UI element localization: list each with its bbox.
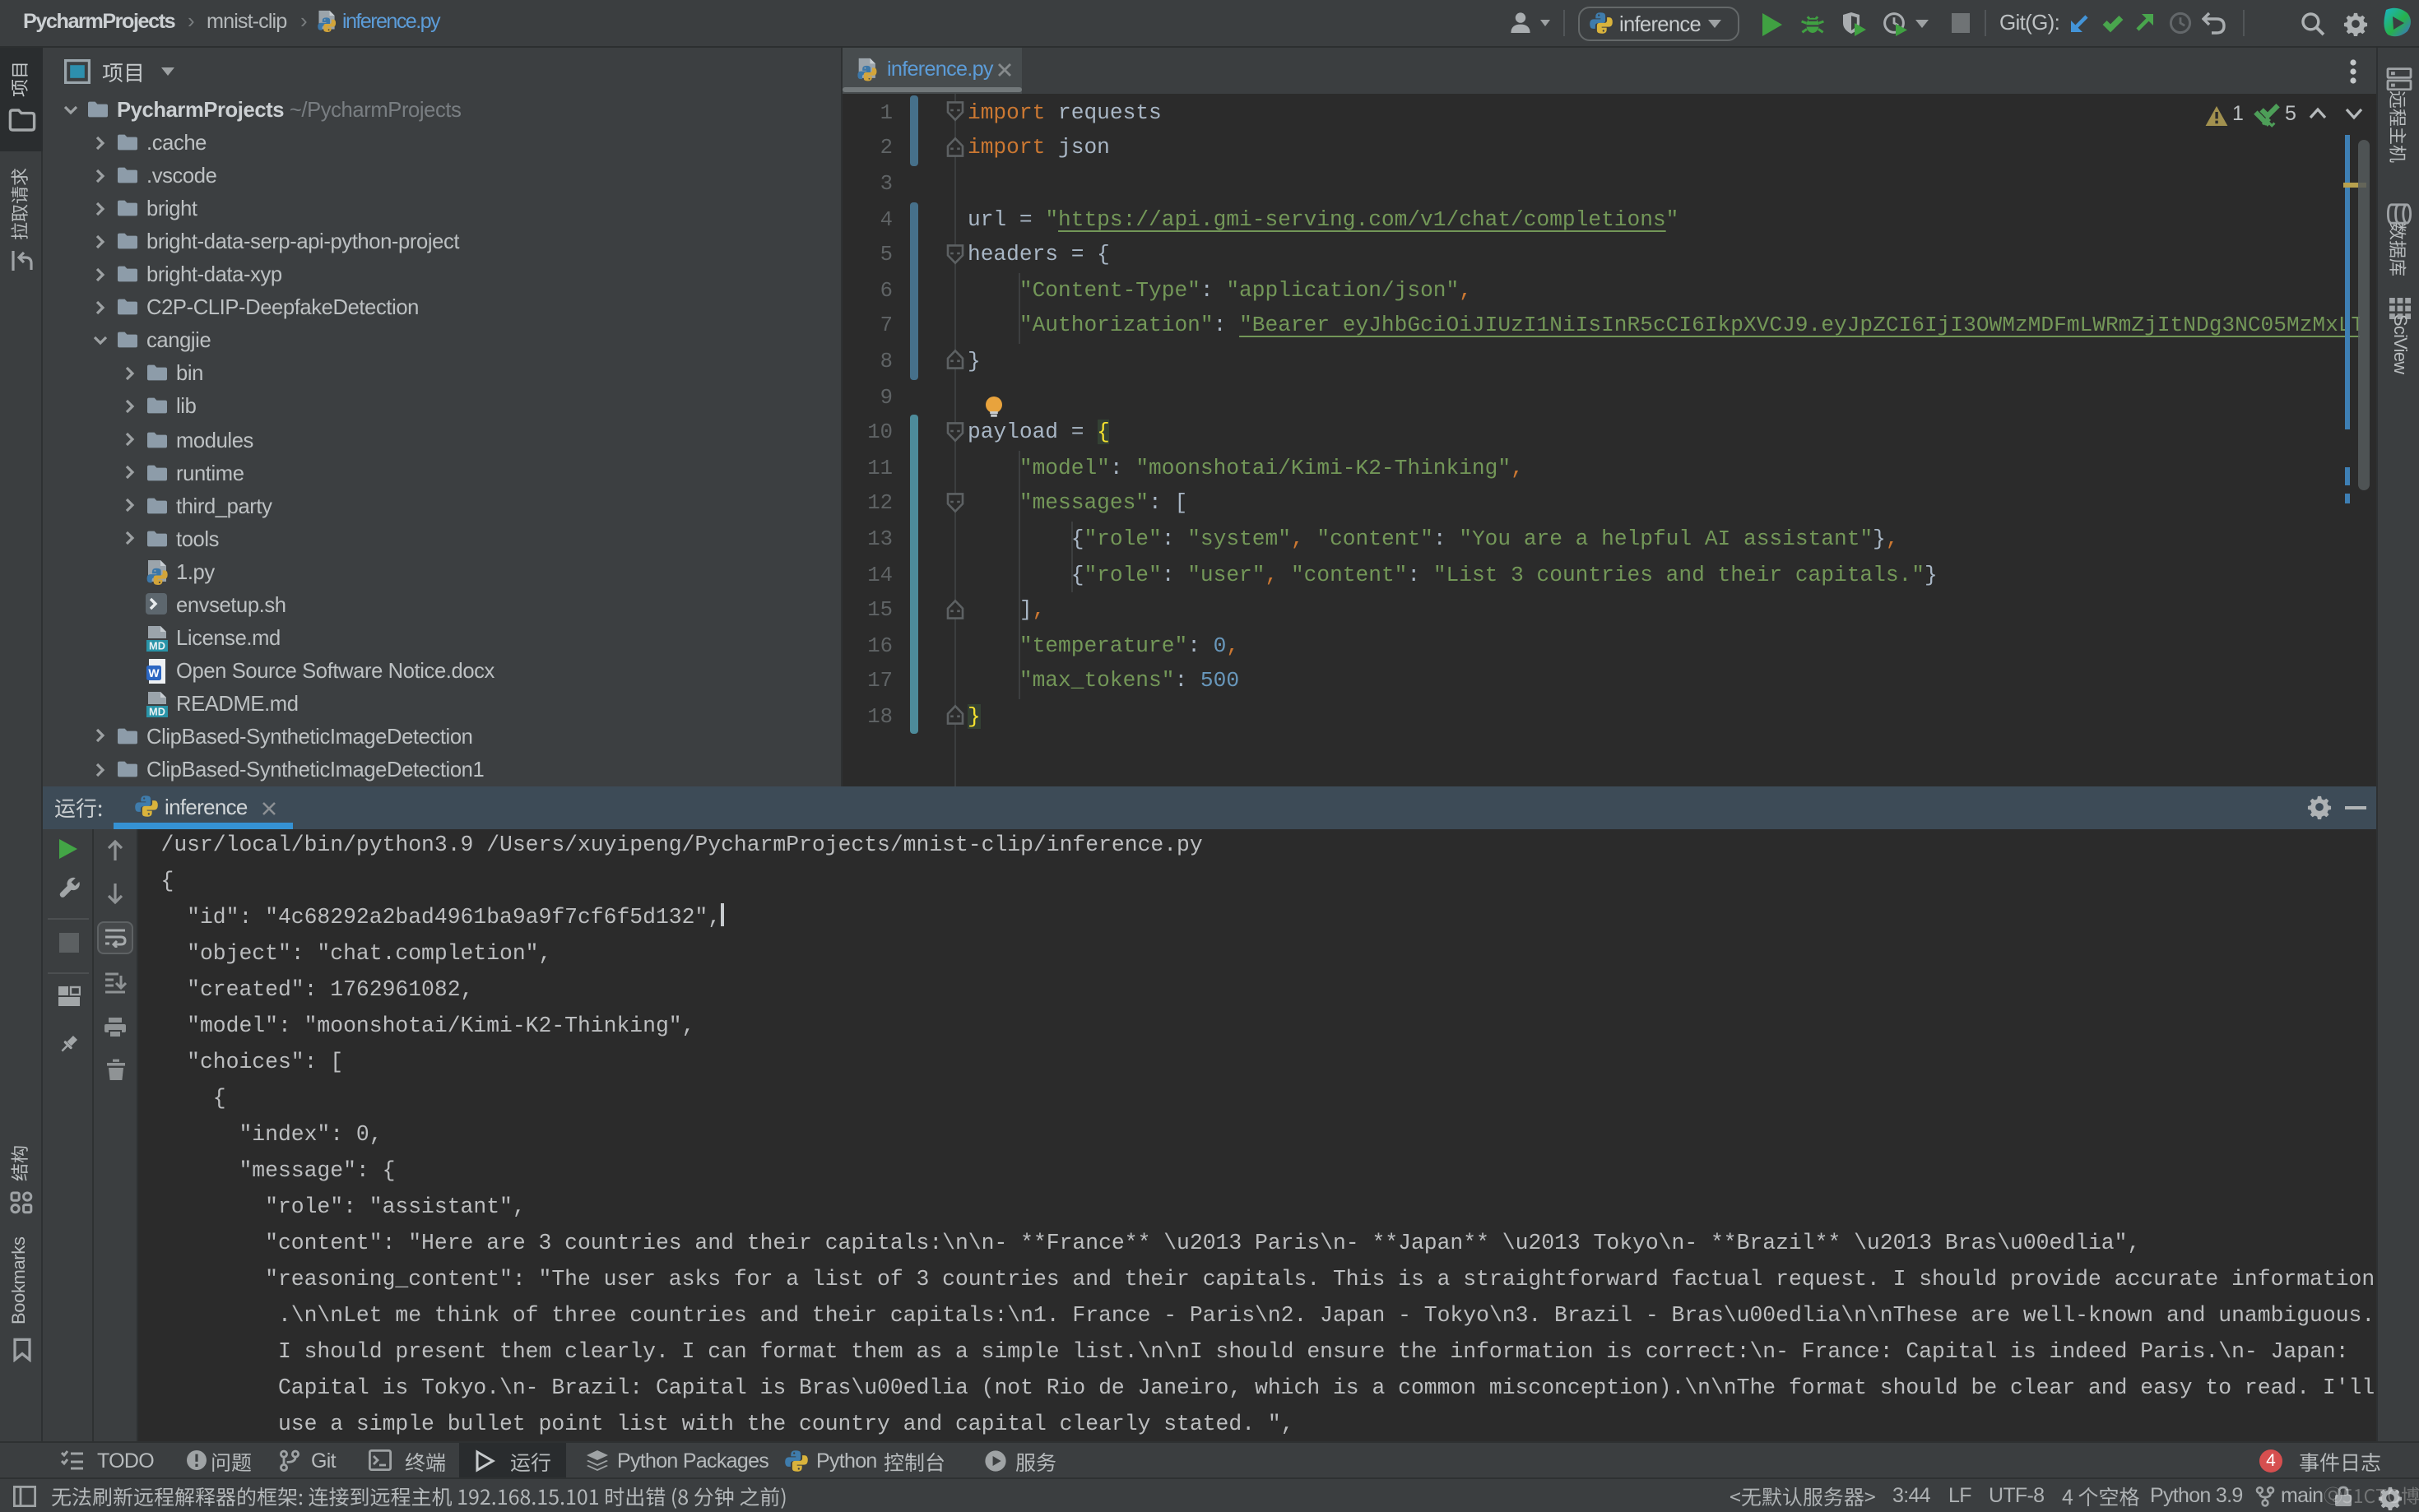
svg-text:W: W — [147, 666, 159, 679]
svg-text:MD: MD — [148, 705, 165, 717]
svg-text:MD: MD — [148, 639, 165, 652]
